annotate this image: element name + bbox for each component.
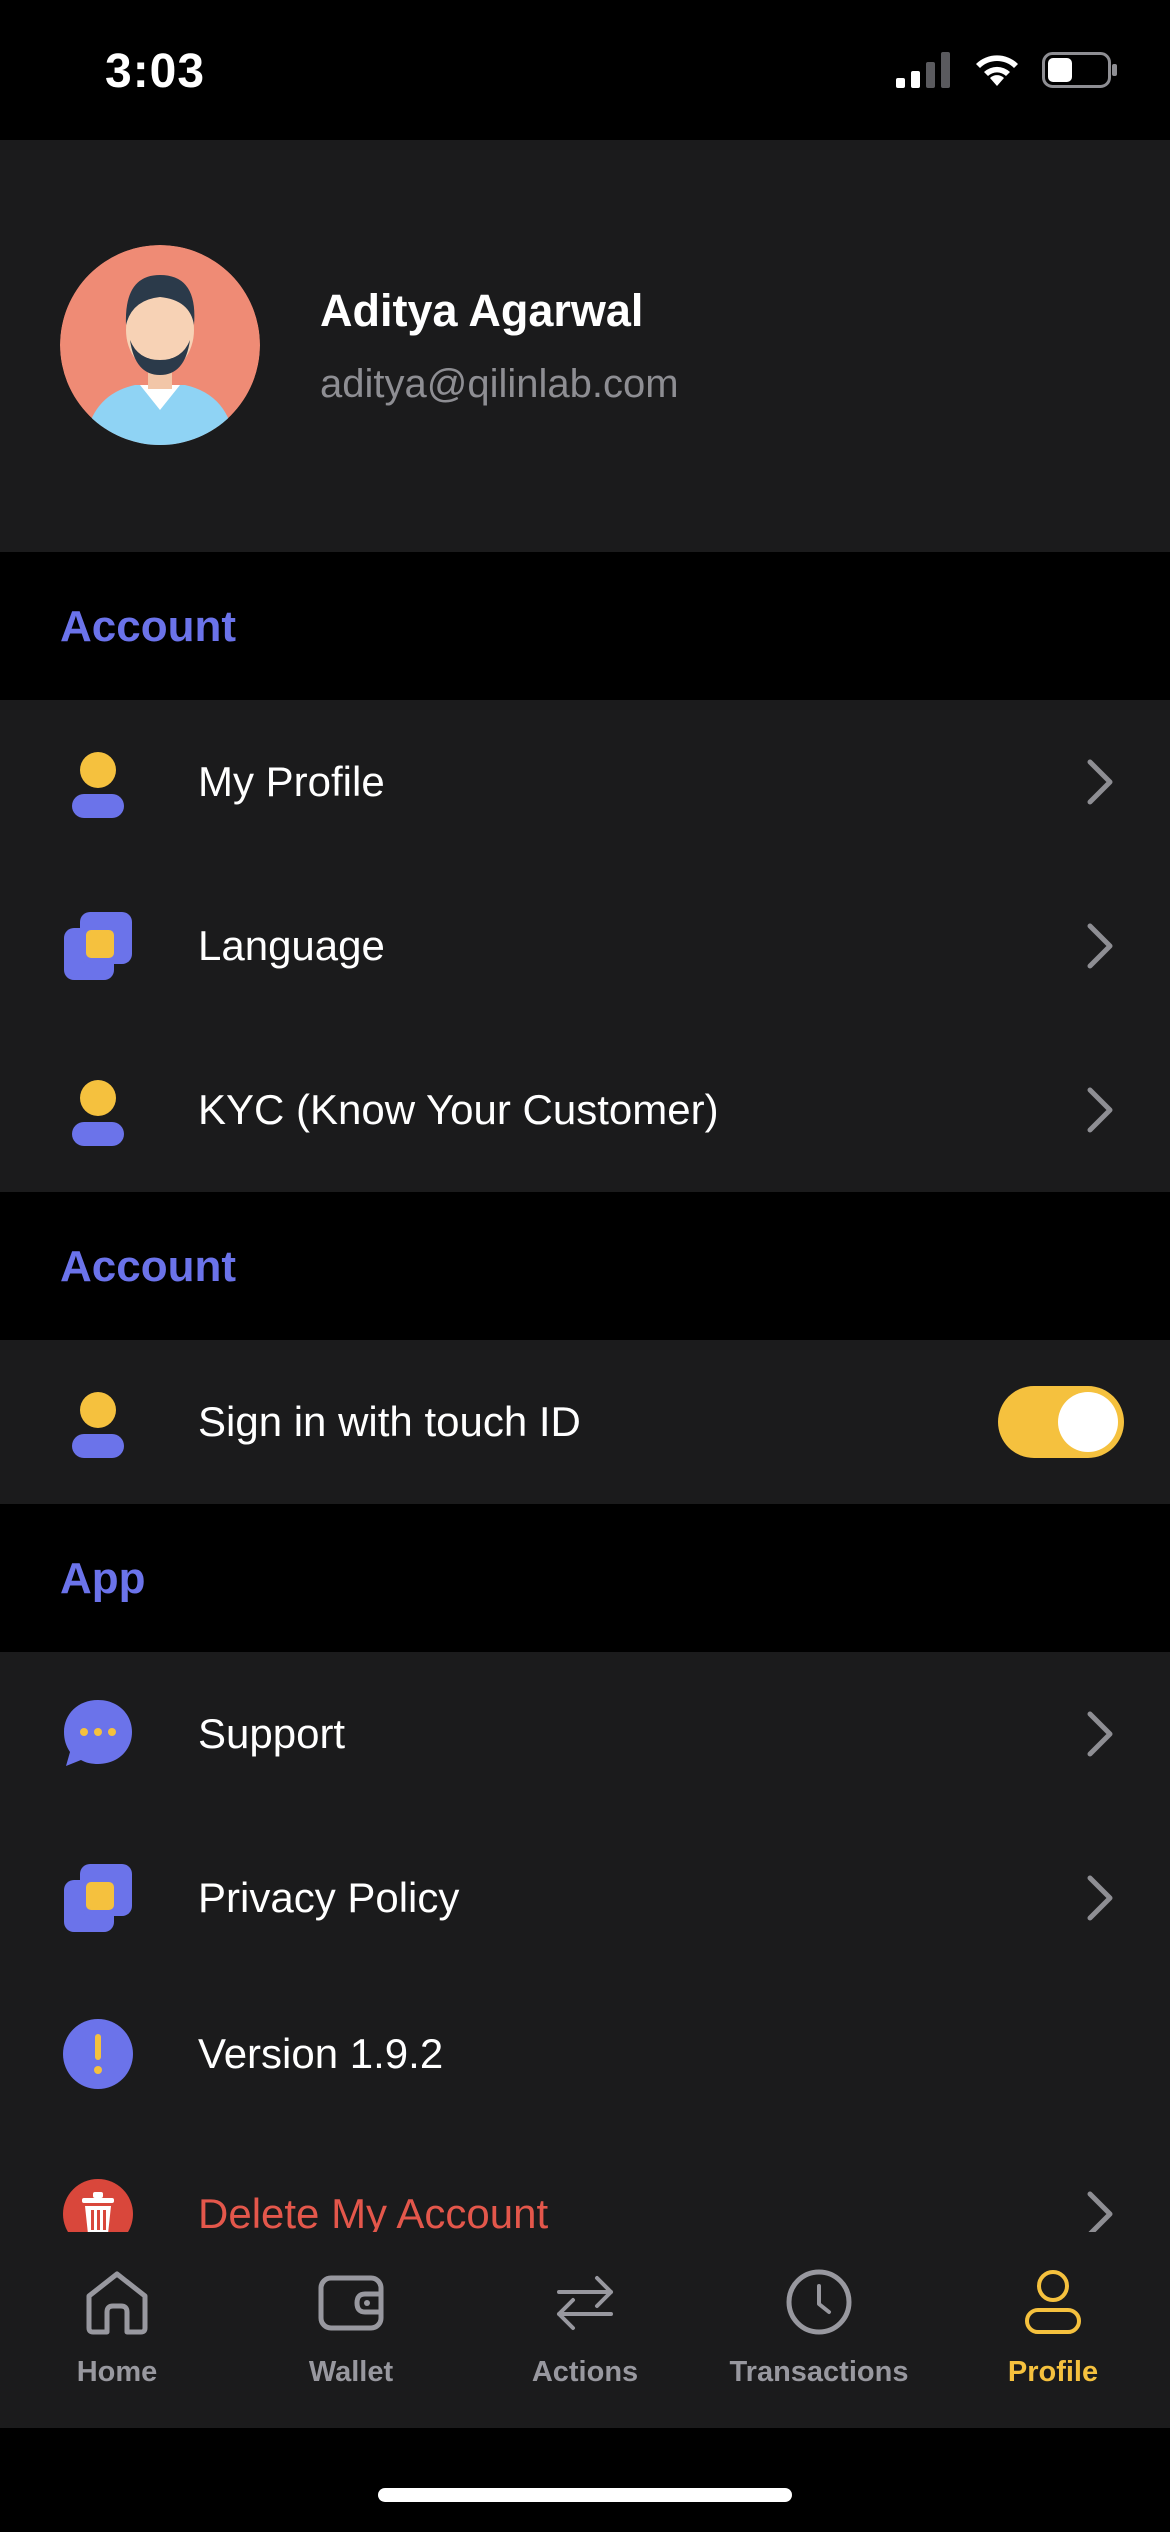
tab-profile[interactable]: Profile (936, 2232, 1170, 2428)
touch-id-toggle[interactable] (998, 1386, 1124, 1458)
section-title: Account (60, 602, 236, 651)
tab-label: Actions (531, 2356, 639, 2388)
section-header-security: Account (0, 1192, 1170, 1340)
menu-item-kyc[interactable]: KYC (Know Your Customer) (0, 1028, 1170, 1192)
menu-item-label: Language (198, 922, 385, 969)
menu-item-version: Version 1.9.2 (0, 1974, 1170, 2134)
profile-name: Aditya Agarwal (320, 285, 644, 336)
tab-home[interactable]: Home (0, 2232, 234, 2428)
chevron-right-icon (1087, 923, 1113, 969)
menu-item-touch-id: Sign in with touch ID (0, 1340, 1170, 1504)
menu-item-my-profile[interactable]: My Profile (0, 700, 1170, 864)
section-header-account: Account (0, 552, 1170, 700)
profile-icon (1025, 2270, 1081, 2334)
account-group: My Profile Language KYC (Know Your Custo… (0, 700, 1170, 1192)
chevron-right-icon (1087, 1087, 1113, 1133)
menu-item-language[interactable]: Language (0, 864, 1170, 1028)
menu-item-label: Delete My Account (198, 2190, 549, 2232)
layers-icon (64, 912, 132, 980)
tab-wallet[interactable]: Wallet (234, 2232, 468, 2428)
avatar-illustration (60, 245, 260, 445)
version-label: Version 1.9.2 (198, 2030, 444, 2077)
app-group: Support Privacy Policy Version 1.9.2 Del… (0, 1652, 1170, 2232)
security-group: Sign in with touch ID (0, 1340, 1170, 1504)
chevron-right-icon (1087, 1875, 1113, 1921)
layers-icon (64, 1864, 132, 1932)
tab-bar: Home Wallet Actions Transactions Profile (0, 2232, 1170, 2428)
wallet-icon (318, 2275, 384, 2331)
menu-item-label: Privacy Policy (198, 1874, 460, 1921)
avatar[interactable] (60, 245, 260, 445)
chat-bubble-icon (64, 1700, 132, 1766)
tab-label: Wallet (308, 2356, 394, 2388)
status-icons (896, 52, 1118, 88)
section-title: App (60, 1554, 146, 1603)
status-bar: 3:03 (0, 0, 1170, 140)
home-icon (86, 2271, 148, 2335)
chevron-right-icon (1087, 2191, 1113, 2232)
menu-item-privacy-policy[interactable]: Privacy Policy (0, 1816, 1170, 1980)
chevron-right-icon (1087, 759, 1113, 805)
menu-item-delete-account[interactable]: Delete My Account (0, 2132, 1170, 2232)
user-icon (72, 752, 124, 818)
home-indicator[interactable] (378, 2488, 792, 2502)
status-time: 3:03 (105, 45, 206, 98)
tab-transactions[interactable]: Transactions (702, 2232, 936, 2428)
section-header-app: App (0, 1504, 1170, 1652)
tab-label: Profile (1007, 2356, 1099, 2388)
profile-header: Aditya Agarwal aditya@qilinlab.com (0, 140, 1170, 552)
transfer-arrows-icon (557, 2276, 613, 2330)
tab-label: Transactions (729, 2356, 909, 2388)
tab-actions[interactable]: Actions (468, 2232, 702, 2428)
menu-item-label: Support (198, 1710, 346, 1757)
battery-icon (1042, 52, 1117, 88)
user-icon (72, 1080, 124, 1146)
home-indicator-area (0, 2428, 1170, 2532)
toggle-knob (1058, 1392, 1118, 1452)
menu-item-label: My Profile (198, 758, 385, 805)
tab-label: Home (76, 2356, 158, 2388)
signal-icon (896, 52, 950, 88)
profile-email: aditya@qilinlab.com (320, 362, 679, 406)
menu-item-support[interactable]: Support (0, 1652, 1170, 1816)
trash-icon (63, 2179, 133, 2232)
menu-item-label: KYC (Know Your Customer) (198, 1086, 719, 1133)
section-title: Account (60, 1242, 236, 1291)
chevron-right-icon (1087, 1711, 1113, 1757)
info-icon (63, 2019, 133, 2089)
menu-item-label: Sign in with touch ID (198, 1398, 581, 1445)
clock-icon (786, 2269, 852, 2335)
user-icon (72, 1392, 124, 1458)
wifi-icon (976, 55, 1018, 86)
